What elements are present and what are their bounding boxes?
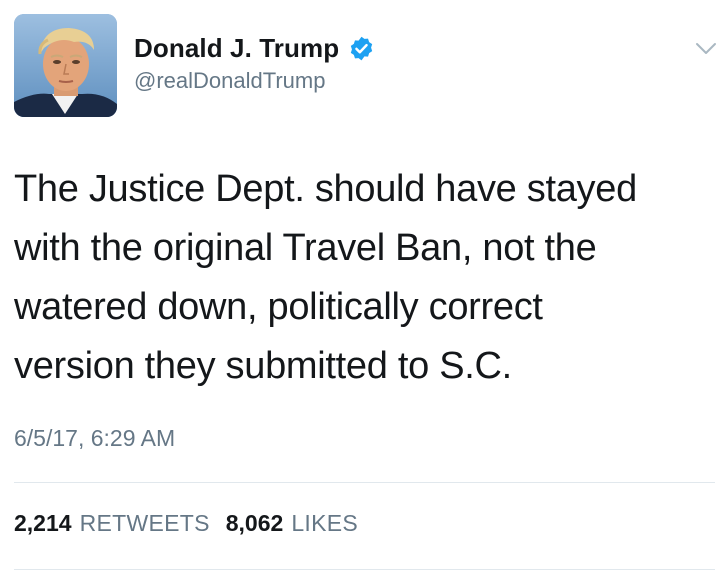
tweet-text: The Justice Dept. should have stayed wit… xyxy=(14,160,714,396)
likes-count: 8,062 xyxy=(225,510,284,536)
tweet-text-line: The Justice Dept. should have stayed xyxy=(14,168,637,210)
retweets-count: 2,214 xyxy=(14,510,72,536)
divider xyxy=(14,482,715,483)
likes-stat[interactable]: 8,062 LIKES xyxy=(226,510,358,537)
verified-badge-icon xyxy=(348,35,375,62)
retweets-stat[interactable]: 2,214 RETWEETS xyxy=(14,510,210,537)
tweet-text-line: with the original Travel Ban, not the xyxy=(14,227,597,269)
likes-label: LIKES xyxy=(291,510,359,536)
divider xyxy=(14,569,715,570)
avatar-image xyxy=(14,14,117,117)
name-row: Donald J. Trump xyxy=(134,31,375,65)
user-avatar[interactable] xyxy=(14,14,117,117)
tweet-stats: 2,214 RETWEETS 8,062 LIKES xyxy=(14,510,358,537)
chevron-down-icon[interactable] xyxy=(695,42,717,56)
tweet-timestamp[interactable]: 6/5/17, 6:29 AM xyxy=(14,425,175,452)
tweet-text-line: version they submitted to S.C. xyxy=(14,345,512,387)
display-name[interactable]: Donald J. Trump xyxy=(134,33,339,64)
user-handle[interactable]: @realDonaldTrump xyxy=(134,68,325,94)
tweet-text-line: watered down, politically correct xyxy=(14,286,543,328)
tweet-card: Donald J. Trump @realDonaldTrump The Jus… xyxy=(0,0,725,576)
retweets-label: RETWEETS xyxy=(79,510,210,536)
